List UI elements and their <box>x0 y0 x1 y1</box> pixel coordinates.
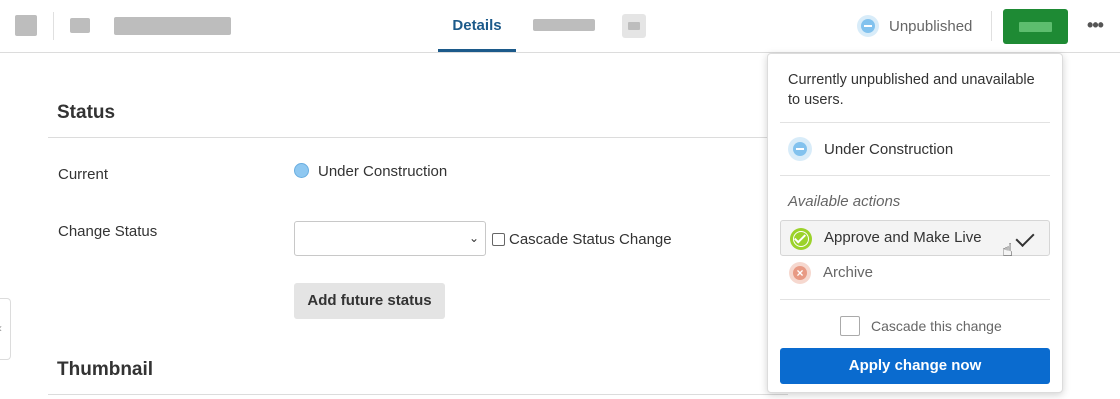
publish-status-indicator[interactable]: Unpublished <box>857 15 972 37</box>
content-type-icon <box>70 18 90 33</box>
current-status-value: Under Construction <box>318 163 448 180</box>
status-section-divider <box>48 137 788 138</box>
panel-current-status: Under Construction <box>788 137 953 161</box>
action-label: Approve and Make Live <box>824 229 982 246</box>
status-section-title: Status <box>57 102 116 123</box>
under-construction-status-icon <box>788 137 812 161</box>
change-status-select[interactable]: ⌄ <box>294 221 486 256</box>
unpublished-icon <box>857 15 879 37</box>
chevron-left-icon: ‹ <box>0 321 2 335</box>
current-status-label: Current <box>58 166 109 183</box>
action-archive[interactable]: × Archive <box>780 260 1050 286</box>
more-options-icon[interactable]: ••• <box>1084 14 1106 38</box>
topbar-divider <box>53 12 54 40</box>
cascade-status-change-checkbox[interactable] <box>492 233 505 246</box>
apply-change-now-button[interactable]: Apply change now <box>780 348 1050 384</box>
panel-divider <box>780 299 1050 300</box>
panel-current-status-label: Under Construction <box>824 140 954 158</box>
tab-details[interactable]: Details <box>438 0 516 53</box>
publish-status-label: Unpublished <box>889 17 973 35</box>
pointer-cursor-icon: ☝ <box>1002 240 1013 260</box>
topbar-divider-2 <box>991 11 992 41</box>
selected-check-icon <box>1015 227 1035 248</box>
thumbnail-section-title: Thumbnail <box>57 359 154 380</box>
panel-divider <box>780 122 1050 123</box>
under-construction-icon <box>294 163 309 178</box>
add-future-status-button[interactable]: Add future status <box>294 283 445 319</box>
item-title-placeholder <box>114 17 231 35</box>
chevron-down-icon: ⌄ <box>468 231 479 245</box>
change-status-label: Change Status <box>58 223 158 240</box>
status-change-panel: Currently unpublished and unavailable to… <box>767 53 1063 393</box>
tab-third-icon[interactable] <box>622 14 646 38</box>
panel-description: Currently unpublished and unavailable to… <box>788 72 1035 108</box>
action-label: Archive <box>823 264 874 281</box>
tab-second[interactable] <box>533 19 595 31</box>
thumbnail-section-divider <box>48 394 788 395</box>
cascade-this-change-checkbox[interactable] <box>840 316 860 336</box>
back-icon[interactable] <box>15 15 37 36</box>
cascade-this-change-label: Cascade this change <box>871 318 1002 334</box>
cascade-status-change-label: Cascade Status Change <box>509 231 672 248</box>
tab-details-underline <box>438 49 516 52</box>
action-approve-and-make-live[interactable]: Approve and Make Live ☝ <box>780 220 1050 260</box>
top-bar: Details Unpublished ••• <box>0 0 1120 53</box>
publish-button[interactable] <box>1003 9 1068 44</box>
approve-check-circle-icon <box>790 228 812 250</box>
panel-divider <box>780 175 1050 176</box>
side-panel-toggle[interactable]: ‹ <box>0 298 11 360</box>
archive-x-circle-icon: × <box>789 262 811 284</box>
available-actions-title: Available actions <box>788 193 901 210</box>
